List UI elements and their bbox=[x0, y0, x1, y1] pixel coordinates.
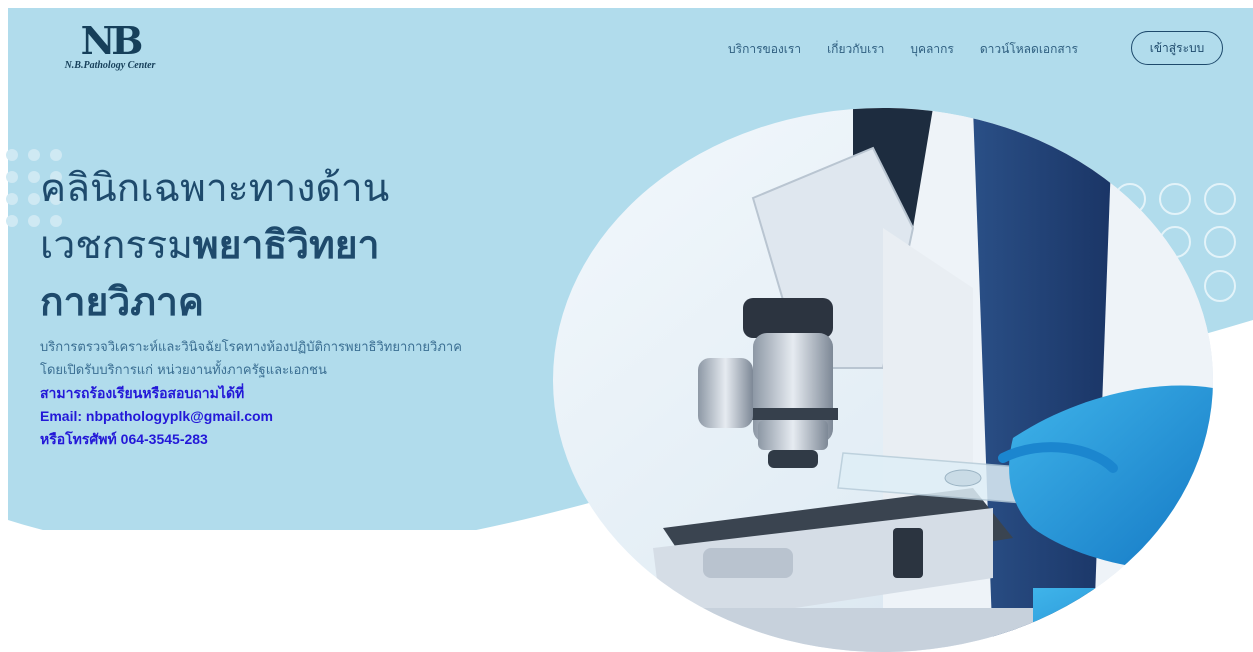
nav-item-about[interactable]: เกี่ยวกับเรา bbox=[827, 40, 884, 59]
contact-email[interactable]: Email: nbpathologyplk@gmail.com bbox=[40, 405, 560, 428]
nav-item-services[interactable]: บริการของเรา bbox=[728, 40, 801, 59]
headline-line-3: กายวิภาค bbox=[40, 280, 204, 325]
main-nav: บริการของเรา เกี่ยวกับเรา บุคลากร ดาวน์โ… bbox=[728, 40, 1078, 59]
headline-line-2-bold: พยาธิวิทยา bbox=[192, 223, 380, 268]
contact-phone[interactable]: หรือโทรศัพท์ 064-3545-283 bbox=[40, 428, 560, 451]
nav-item-staff[interactable]: บุคลากร bbox=[910, 40, 953, 59]
headline-line-2-regular: เวชกรรม bbox=[40, 223, 193, 268]
description-line-2: โดยเปิดรับบริการแก่ หน่วยงานทั้งภาครัฐแล… bbox=[40, 363, 327, 378]
contact-heading: สามารถร้องเรียนหรือสอบถามได้ที่ bbox=[40, 385, 245, 401]
logo[interactable]: NB N.B.Pathology Center bbox=[50, 18, 170, 72]
login-button[interactable]: เข้าสู่ระบบ bbox=[1131, 31, 1223, 65]
hero-description: บริการตรวจวิเคราะห์และวินิจฉัยโรคทางห้อง… bbox=[40, 336, 560, 382]
logo-mark: NB bbox=[80, 18, 144, 63]
microscope-photo bbox=[553, 108, 1213, 652]
contact-info: สามารถร้องเรียนหรือสอบถามได้ที่ Email: n… bbox=[40, 382, 560, 451]
logo-name: N.B.Pathology Center bbox=[64, 60, 156, 71]
nav-item-downloads[interactable]: ดาวน์โหลดเอกสาร bbox=[980, 40, 1078, 59]
headline-line-1: คลินิกเฉพาะทางด้าน bbox=[40, 166, 390, 211]
description-line-1: บริการตรวจวิเคราะห์และวินิจฉัยโรคทางห้อง… bbox=[40, 340, 462, 355]
hero-headline: คลินิกเฉพาะทางด้าน เวชกรรมพยาธิวิทยา กาย… bbox=[40, 160, 560, 331]
